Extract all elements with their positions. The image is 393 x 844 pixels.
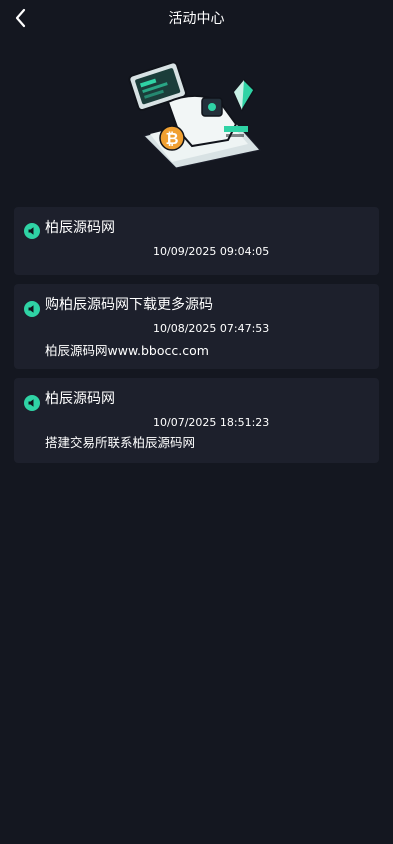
header-bar: 活动中心 [0, 0, 393, 38]
speaker-icon [24, 301, 40, 317]
notice-title: 购柏辰源码网下载更多源码 [45, 297, 213, 313]
svg-text:₿: ₿ [165, 129, 178, 148]
notice-card[interactable]: 柏辰源码网 10/09/2025 09:04:05 [14, 207, 379, 275]
notice-time: 10/09/2025 09:04:05 [153, 245, 270, 258]
speaker-icon [24, 395, 40, 411]
notice-card[interactable]: 购柏辰源码网下载更多源码 10/08/2025 07:47:53 柏辰源码网ww… [14, 284, 379, 369]
notice-body: 搭建交易所联系柏辰源码网 [45, 435, 196, 450]
crypto-exchange-illustration: ₿ [128, 61, 261, 169]
notice-title: 柏辰源码网 [45, 220, 115, 236]
speaker-icon [24, 223, 40, 239]
notice-body: 柏辰源码网www.bbocc.com [45, 343, 209, 358]
notice-time: 10/08/2025 07:47:53 [153, 322, 270, 335]
page-title: 活动中心 [168, 11, 225, 27]
notice-card[interactable]: 柏辰源码网 10/07/2025 18:51:23 搭建交易所联系柏辰源码网 [14, 378, 379, 463]
notice-title: 柏辰源码网 [45, 391, 115, 407]
hero-illustration: ₿ [128, 54, 264, 172]
notice-time: 10/07/2025 18:51:23 [153, 416, 270, 429]
